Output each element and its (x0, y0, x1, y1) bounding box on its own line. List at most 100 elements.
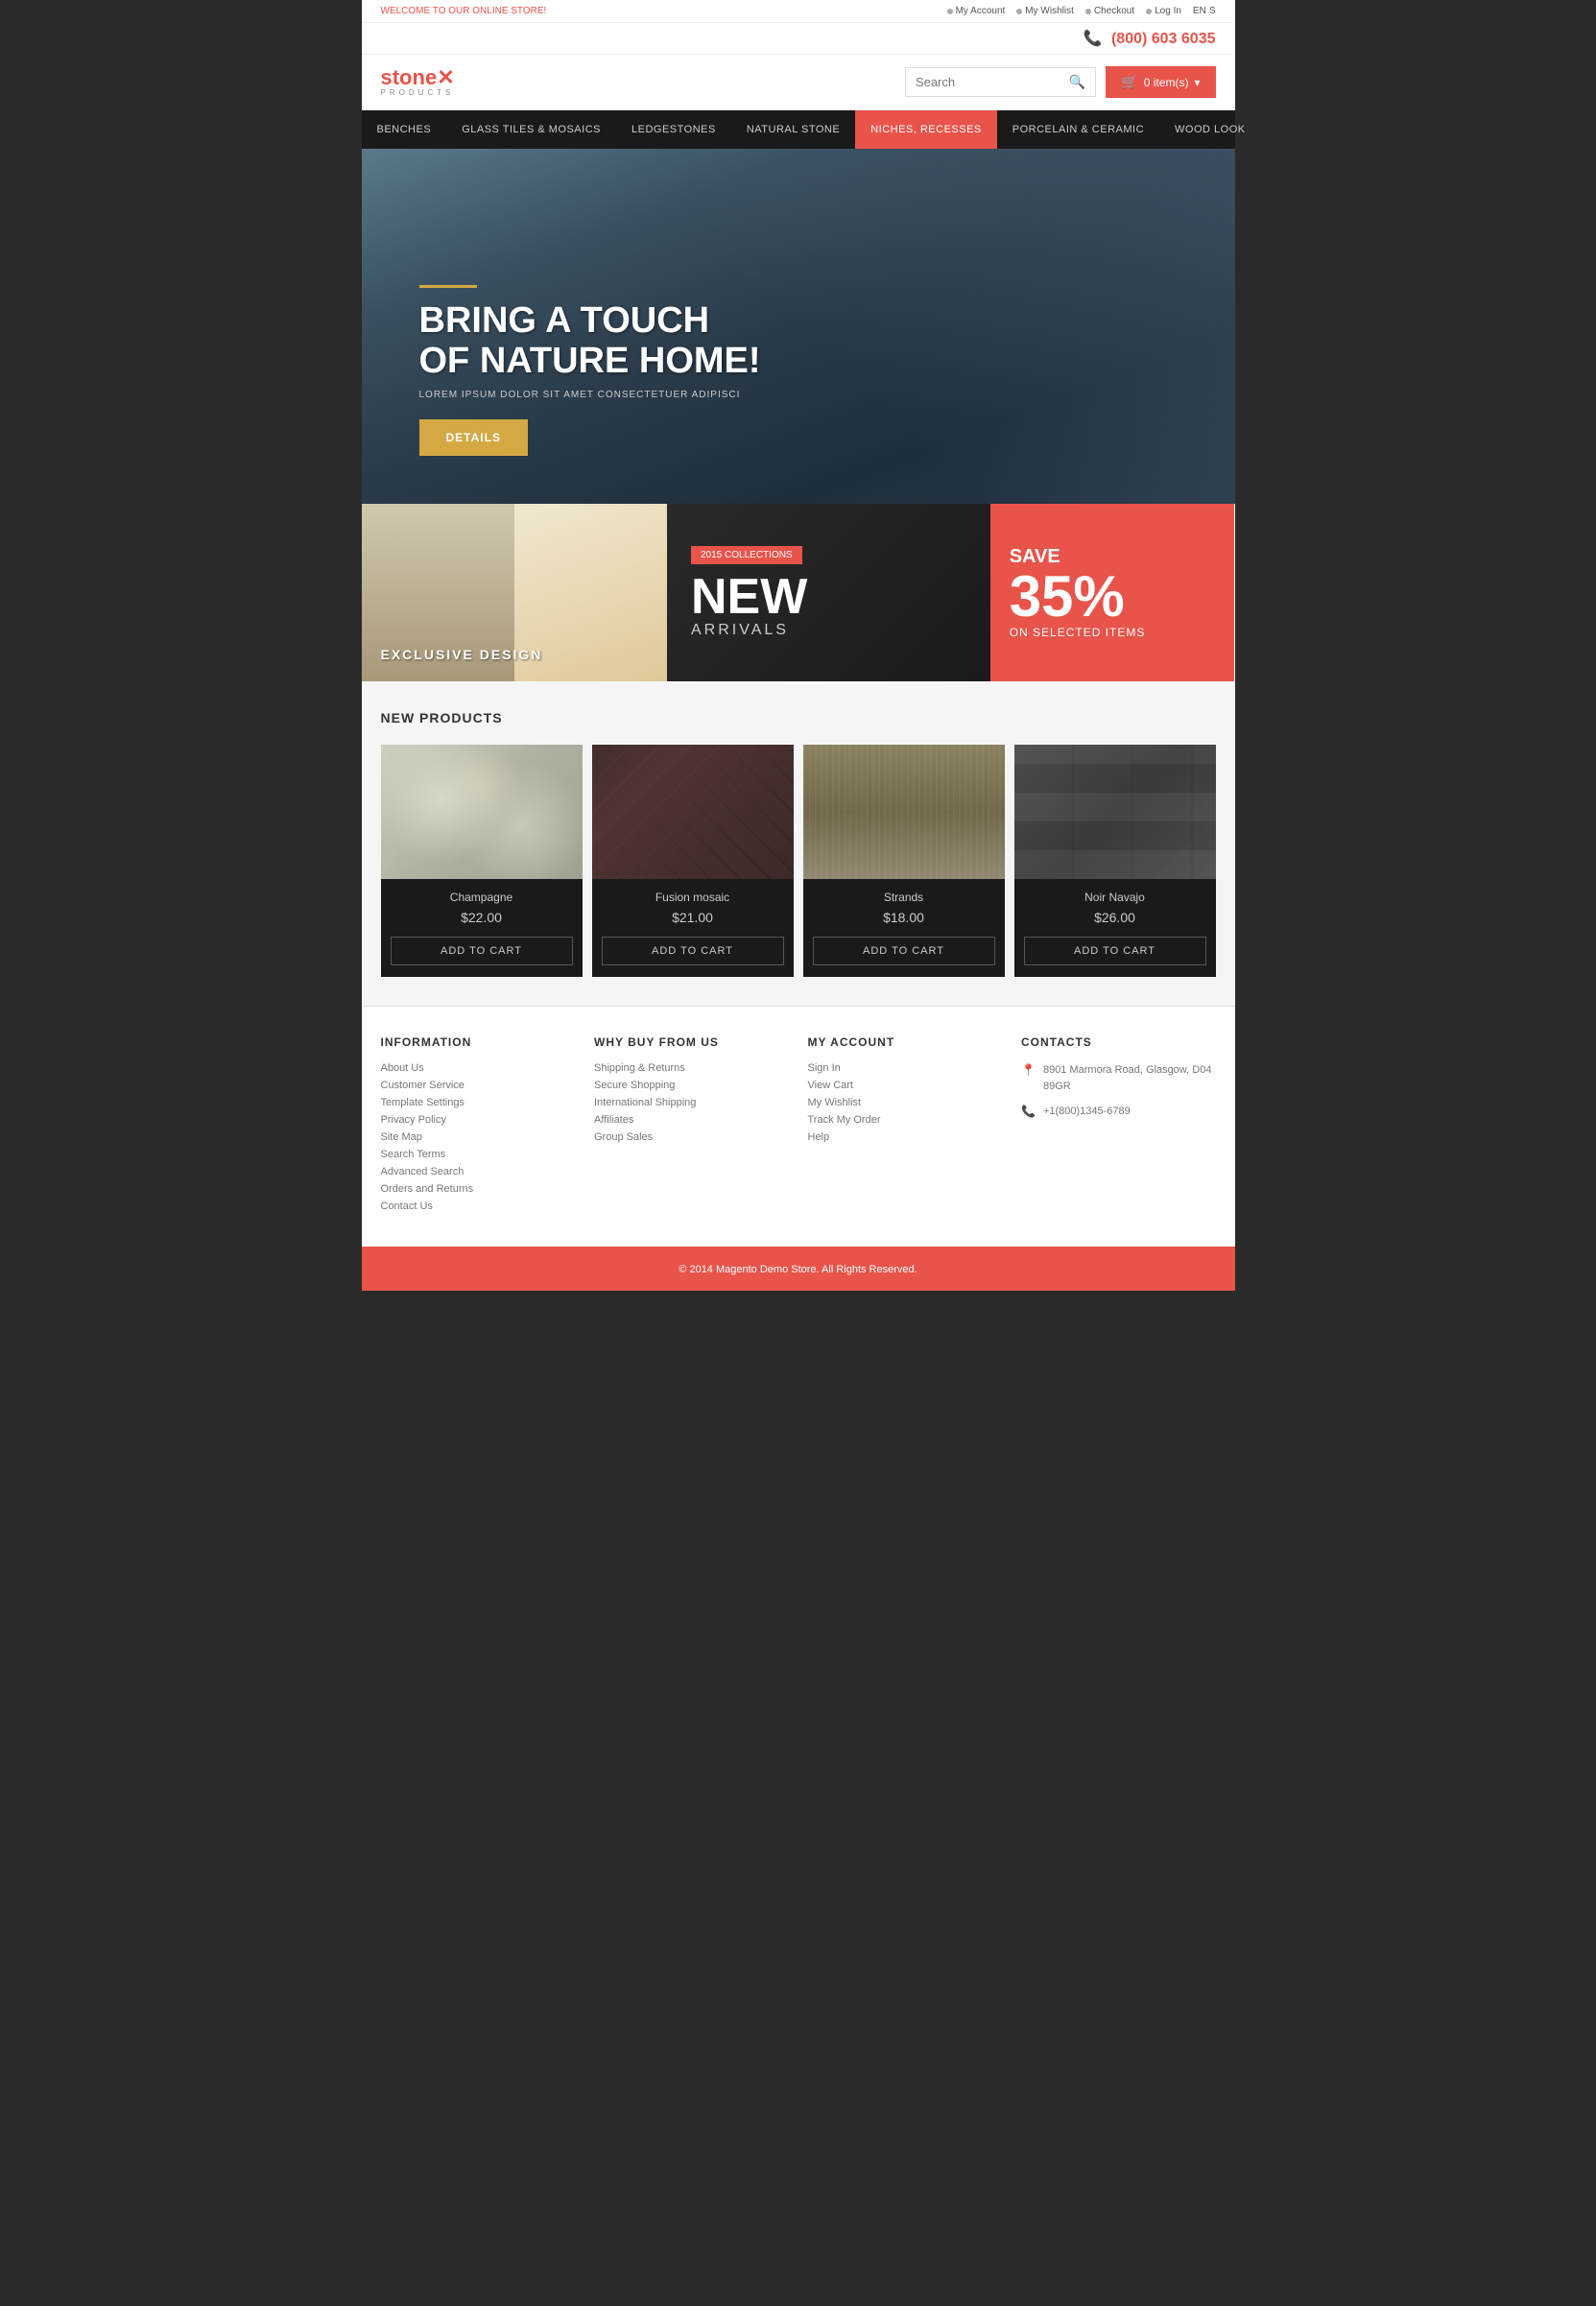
nav-item-porcelain[interactable]: PORCELAIN & CERAMIC (997, 110, 1159, 149)
product-price-champagne: $22.00 (391, 910, 573, 925)
promo-exclusive-text: EXCLUSIVE DESIGN (381, 647, 543, 662)
promo-new: 2015 COLLECTIONS NEW ARRIVALS (667, 504, 990, 681)
footer-link-search-terms[interactable]: Search Terms (381, 1149, 576, 1160)
footer-link-international[interactable]: International Shipping (594, 1097, 789, 1108)
nav-item-niches[interactable]: NICHES, RECESSES (855, 110, 997, 149)
product-info-mosaic: Fusion mosaic $21.00 ADD TO CART (592, 879, 794, 977)
footer-account-title: MY ACCOUNT (808, 1035, 1003, 1049)
footer-link-signin[interactable]: Sign In (808, 1062, 1003, 1074)
hero-banner: BRING A TOUCH OF NATURE HOME! Lorem ipsu… (362, 149, 1235, 504)
footer-information-title: INFORMATION (381, 1035, 576, 1049)
product-card-mosaic: Fusion mosaic $21.00 ADD TO CART (592, 745, 794, 977)
header: stone✕ PRODUCTS 🔍 🛒 0 item(s) ▾ (362, 55, 1235, 110)
footer-link-sitemap[interactable]: Site Map (381, 1131, 576, 1143)
product-name-strands: Strands (813, 891, 995, 904)
footer-contacts-title: CONTACTS (1021, 1035, 1216, 1049)
phone-icon: 📞 (1084, 31, 1103, 47)
search-button[interactable]: 🔍 (1069, 74, 1085, 90)
product-card-strands: Strands $18.00 ADD TO CART (803, 745, 1005, 977)
logo-container[interactable]: stone✕ PRODUCTS (381, 67, 455, 97)
promo-save: SAVE 35% ON SELECTED ITEMS (990, 504, 1235, 681)
footer-link-customer[interactable]: Customer Service (381, 1080, 576, 1091)
product-image-strands (803, 745, 1005, 879)
footer-link-secure[interactable]: Secure Shopping (594, 1080, 789, 1091)
new-products-section: NEW PRODUCTS Champagne $22.00 ADD TO CAR… (362, 681, 1235, 1006)
hero-subtitle: Lorem ipsum dolor sit amet consectetuer … (419, 390, 761, 400)
promo-new-sub: ARRIVALS (691, 622, 966, 639)
product-info-champagne: Champagne $22.00 ADD TO CART (381, 879, 583, 977)
product-price-noir: $26.00 (1024, 910, 1206, 925)
product-name-noir: Noir Navajo (1024, 891, 1206, 904)
footer-link-advanced-search[interactable]: Advanced Search (381, 1166, 576, 1177)
footer-link-orders[interactable]: Orders and Returns (381, 1183, 576, 1195)
welcome-message: WELCOME TO OUR ONLINE STORE! (381, 6, 547, 16)
product-card-noir: Noir Navajo $26.00 ADD TO CART (1014, 745, 1216, 977)
footer-link-contact[interactable]: Contact Us (381, 1201, 576, 1212)
footer-grid: INFORMATION About Us Customer Service Te… (381, 1035, 1216, 1218)
footer-link-wishlist[interactable]: My Wishlist (808, 1097, 1003, 1108)
phone-number: 📞 (800) 603 6035 (1084, 31, 1216, 47)
product-info-strands: Strands $18.00 ADD TO CART (803, 879, 1005, 977)
hero-details-button[interactable]: DETAILS (419, 419, 528, 456)
top-bar: WELCOME TO OUR ONLINE STORE! My Account … (362, 0, 1235, 23)
nav-item-glass[interactable]: GLASS TILES & MOSAICS (446, 110, 616, 149)
my-account-link[interactable]: My Account (947, 6, 1006, 16)
footer-col-contacts: CONTACTS 📍 8901 Marmora Road, Glasgow, D… (1021, 1035, 1216, 1218)
footer-address: 8901 Marmora Road, Glasgow, D04 89GR (1043, 1062, 1216, 1094)
logo: stone✕ (381, 67, 455, 88)
search-box[interactable]: 🔍 (905, 67, 1096, 97)
footer-col-why: WHY BUY FROM US Shipping & Returns Secur… (594, 1035, 789, 1218)
language-flags[interactable]: EN S (1193, 6, 1216, 16)
products-grid: Champagne $22.00 ADD TO CART Fusion mosa… (381, 745, 1216, 977)
footer-link-shipping[interactable]: Shipping & Returns (594, 1062, 789, 1074)
product-info-noir: Noir Navajo $26.00 ADD TO CART (1014, 879, 1216, 977)
nav-item-natural[interactable]: NATURAL STONE (731, 110, 855, 149)
footer-address-row: 📍 8901 Marmora Road, Glasgow, D04 89GR (1021, 1062, 1216, 1094)
nav-item-benches[interactable]: BENCHES (362, 110, 447, 149)
promo-new-title: NEW (691, 572, 966, 622)
logo-subtitle: PRODUCTS (381, 88, 455, 97)
promo-save-percent: 35% (1010, 568, 1216, 626)
footer-col-information: INFORMATION About Us Customer Service Te… (381, 1035, 576, 1218)
main-nav: BENCHES GLASS TILES & MOSAICS LEDGESTONE… (362, 110, 1235, 149)
promo-new-badge: 2015 COLLECTIONS (691, 546, 802, 564)
footer-bottom: © 2014 Magento Demo Store. All Rights Re… (362, 1247, 1235, 1291)
product-image-mosaic (592, 745, 794, 879)
phone-footer-icon: 📞 (1021, 1105, 1036, 1118)
footer-col-account: MY ACCOUNT Sign In View Cart My Wishlist… (808, 1035, 1003, 1218)
nav-item-ledgestones[interactable]: LEDGESTONES (616, 110, 731, 149)
footer-link-template[interactable]: Template Settings (381, 1097, 576, 1108)
location-icon: 📍 (1021, 1063, 1036, 1077)
footer-link-group-sales[interactable]: Group Sales (594, 1131, 789, 1143)
new-products-title: NEW PRODUCTS (381, 710, 1216, 725)
footer-phone: +1(800)1345-6789 (1043, 1104, 1131, 1120)
footer-link-about[interactable]: About Us (381, 1062, 576, 1074)
search-input[interactable] (916, 75, 1069, 89)
hero-accent-line (419, 285, 477, 288)
product-image-champagne (381, 745, 583, 879)
checkout-link[interactable]: Checkout (1085, 6, 1134, 16)
promo-save-sub: ON SELECTED ITEMS (1010, 626, 1216, 639)
footer-link-help[interactable]: Help (808, 1131, 1003, 1143)
add-to-cart-strands[interactable]: ADD TO CART (813, 937, 995, 965)
product-name-mosaic: Fusion mosaic (602, 891, 784, 904)
footer-why-title: WHY BUY FROM US (594, 1035, 789, 1049)
nav-item-wood[interactable]: WOOD LOOK (1159, 110, 1261, 149)
add-to-cart-champagne[interactable]: ADD TO CART (391, 937, 573, 965)
footer-link-privacy[interactable]: Privacy Policy (381, 1114, 576, 1126)
cart-button[interactable]: 🛒 0 item(s) ▾ (1106, 66, 1215, 98)
add-to-cart-noir[interactable]: ADD TO CART (1024, 937, 1206, 965)
product-price-mosaic: $21.00 (602, 910, 784, 925)
footer-link-view-cart[interactable]: View Cart (808, 1080, 1003, 1091)
promo-exclusive: EXCLUSIVE DESIGN (362, 504, 668, 681)
footer-link-track[interactable]: Track My Order (808, 1114, 1003, 1126)
phone-bar: 📞 (800) 603 6035 (362, 23, 1235, 55)
footer-link-affiliates[interactable]: Affiliates (594, 1114, 789, 1126)
promo-row: EXCLUSIVE DESIGN 2015 COLLECTIONS NEW AR… (362, 504, 1235, 681)
add-to-cart-mosaic[interactable]: ADD TO CART (602, 937, 784, 965)
hero-content: BRING A TOUCH OF NATURE HOME! Lorem ipsu… (419, 285, 761, 456)
cart-dropdown-icon: ▾ (1194, 76, 1200, 89)
my-wishlist-link[interactable]: My Wishlist (1016, 6, 1074, 16)
login-link[interactable]: Log In (1146, 6, 1181, 16)
product-card-champagne: Champagne $22.00 ADD TO CART (381, 745, 583, 977)
